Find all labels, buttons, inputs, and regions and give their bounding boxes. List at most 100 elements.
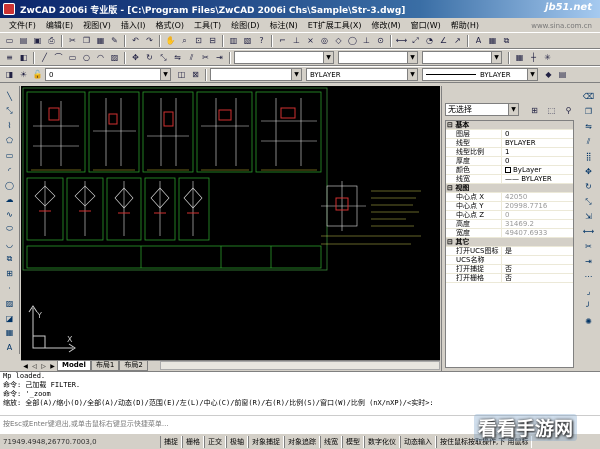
property-row[interactable]: 中心点 Z0	[446, 211, 573, 220]
redo-icon[interactable]: ↷	[143, 34, 156, 47]
offset-icon[interactable]: ⫽	[185, 51, 198, 64]
zoom-icon[interactable]: ⌕	[178, 34, 191, 47]
category-misc[interactable]: ⊟ 其它	[446, 238, 573, 247]
property-row[interactable]: 线宽 —— BYLAYER	[446, 175, 573, 184]
scale-icon[interactable]: ⤡	[157, 51, 170, 64]
trim-icon[interactable]: ✂	[199, 51, 212, 64]
mtext-tool-icon[interactable]: A	[3, 341, 16, 354]
layers-icon[interactable]: ◨	[3, 68, 16, 81]
menu-tools[interactable]: 工具(T)	[189, 20, 226, 31]
select-objects-icon[interactable]: ⬚	[545, 104, 558, 117]
polar-icon[interactable]: ✳	[541, 51, 554, 64]
menu-insert[interactable]: 插入(I)	[116, 20, 151, 31]
print-icon[interactable]: ⎙	[45, 34, 58, 47]
property-row[interactable]: 线型 BYLAYER	[446, 139, 573, 148]
next-tab-icon[interactable]: ▷	[39, 363, 48, 370]
dim-leader-icon[interactable]: ↗	[451, 34, 464, 47]
menu-file[interactable]: 文件(F)	[4, 20, 41, 31]
table-icon[interactable]: ▦	[486, 34, 499, 47]
text-icon[interactable]: A	[472, 34, 485, 47]
pan-icon[interactable]: ✋	[164, 34, 177, 47]
snap-center-icon[interactable]: ◎	[318, 34, 331, 47]
undo-icon[interactable]: ↶	[129, 34, 142, 47]
dim-radius-icon[interactable]: ◔	[423, 34, 436, 47]
circle-tool-icon[interactable]: ◯	[3, 179, 16, 192]
break-icon[interactable]: ⋯	[582, 270, 595, 283]
properties-icon[interactable]: ▥	[227, 34, 240, 47]
move-icon[interactable]: ✥	[129, 51, 142, 64]
menu-format[interactable]: 格式(O)	[150, 20, 189, 31]
open-file-icon[interactable]: ▤	[17, 34, 30, 47]
property-row[interactable]: 打开UCS图标是	[446, 247, 573, 256]
snap-quadrant-icon[interactable]: ◇	[332, 34, 345, 47]
layer-lock-icon[interactable]: 🔓	[31, 68, 44, 81]
linetype-combo[interactable]: BYLAYER ▼	[306, 68, 418, 81]
rectangle-tool-icon[interactable]: ▭	[3, 149, 16, 162]
status-otrack-button[interactable]: 对象追踪	[284, 435, 320, 448]
color-palette-icon[interactable]: ◆	[542, 68, 555, 81]
layer-state-icon[interactable]: ◧	[17, 51, 30, 64]
category-basic[interactable]: ⊟ 基本	[446, 121, 573, 130]
save-icon[interactable]: ▣	[31, 34, 44, 47]
tool-palette-icon[interactable]: ▤	[556, 68, 569, 81]
snap-node-icon[interactable]: ⊙	[374, 34, 387, 47]
hatch-tool-icon[interactable]: ▨	[3, 297, 16, 310]
explode-icon[interactable]: ✺	[582, 315, 595, 328]
category-view[interactable]: ⊟ 视图	[446, 184, 573, 193]
horizontal-scrollbar[interactable]	[160, 361, 440, 370]
snap-midpoint-icon[interactable]: ⊥	[290, 34, 303, 47]
status-osnap-button[interactable]: 对象捕捉	[248, 435, 284, 448]
color-combo[interactable]: ▼	[210, 68, 302, 81]
make-current-layer-icon[interactable]: ◫	[175, 68, 188, 81]
status-polar-button[interactable]: 极轴	[226, 435, 248, 448]
xline-tool-icon[interactable]: ⤡	[3, 105, 16, 118]
snap-intersection-icon[interactable]: ×	[304, 34, 317, 47]
layer-combo[interactable]: 0 ▼	[45, 68, 171, 81]
dim-angle-icon[interactable]: ∠	[437, 34, 450, 47]
dimstyle-combo[interactable]: ▼	[338, 51, 418, 64]
insert-block-tool-icon[interactable]: ⧉	[3, 253, 16, 266]
ellipse-tool-icon[interactable]: ⬭	[3, 223, 16, 236]
command-window[interactable]: Mp loaded. 命令: 己加载 FILTER. 命令: '_zoom 缩放…	[0, 371, 600, 415]
help-icon[interactable]: ?	[255, 34, 268, 47]
menu-dimension[interactable]: 标注(N)	[265, 20, 303, 31]
status-snap-button[interactable]: 捕捉	[160, 435, 182, 448]
property-row[interactable]: 厚度 0	[446, 157, 573, 166]
snap-tangent-icon[interactable]: ◯	[346, 34, 359, 47]
stretch-icon[interactable]: ⇲	[582, 210, 595, 223]
rotate-object-icon[interactable]: ↻	[582, 180, 595, 193]
property-row[interactable]: 图层 0	[446, 130, 573, 139]
circle-icon[interactable]: ○	[80, 51, 93, 64]
match-props-icon[interactable]: ✎	[108, 34, 121, 47]
snap-endpoint-icon[interactable]: ⌐	[276, 34, 289, 47]
copy-icon[interactable]: ❐	[80, 34, 93, 47]
menu-edit[interactable]: 编辑(E)	[41, 20, 78, 31]
property-row[interactable]: UCS名称	[446, 256, 573, 265]
property-row[interactable]: 线型比例 1	[446, 148, 573, 157]
layer-manager-icon[interactable]: ≡	[3, 51, 16, 64]
property-row[interactable]: 宽度 49407.6933	[446, 229, 573, 238]
grid-icon[interactable]: ▦	[513, 51, 526, 64]
design-center-icon[interactable]: ▧	[241, 34, 254, 47]
dim-aligned-icon[interactable]: ⤢	[409, 34, 422, 47]
extend-icon[interactable]: ⇥	[213, 51, 226, 64]
mirror-icon[interactable]: ⇋	[171, 51, 184, 64]
extend-object-icon[interactable]: ⇥	[582, 255, 595, 268]
point-tool-icon[interactable]: ·	[3, 282, 16, 295]
region-tool-icon[interactable]: ◪	[3, 312, 16, 325]
cut-icon[interactable]: ✂	[66, 34, 79, 47]
tab-layout2[interactable]: 布局2	[119, 361, 148, 371]
array-icon[interactable]: ⣿	[582, 150, 595, 163]
tab-model[interactable]: Model	[57, 361, 91, 371]
property-row[interactable]: 颜色 ByLayer	[446, 166, 573, 175]
erase-icon[interactable]: ⌫	[582, 90, 595, 103]
scale-object-icon[interactable]: ⤡	[582, 195, 595, 208]
prev-tab-icon[interactable]: ◁	[30, 363, 39, 370]
menu-window[interactable]: 窗口(W)	[406, 20, 446, 31]
new-file-icon[interactable]: ▭	[3, 34, 16, 47]
rectangle-icon[interactable]: ▭	[66, 51, 79, 64]
property-row[interactable]: 打开捕捉否	[446, 265, 573, 274]
rotate-icon[interactable]: ↻	[143, 51, 156, 64]
offset-object-icon[interactable]: ⫽	[582, 135, 595, 148]
quick-select-icon[interactable]: ⚲	[562, 104, 575, 117]
